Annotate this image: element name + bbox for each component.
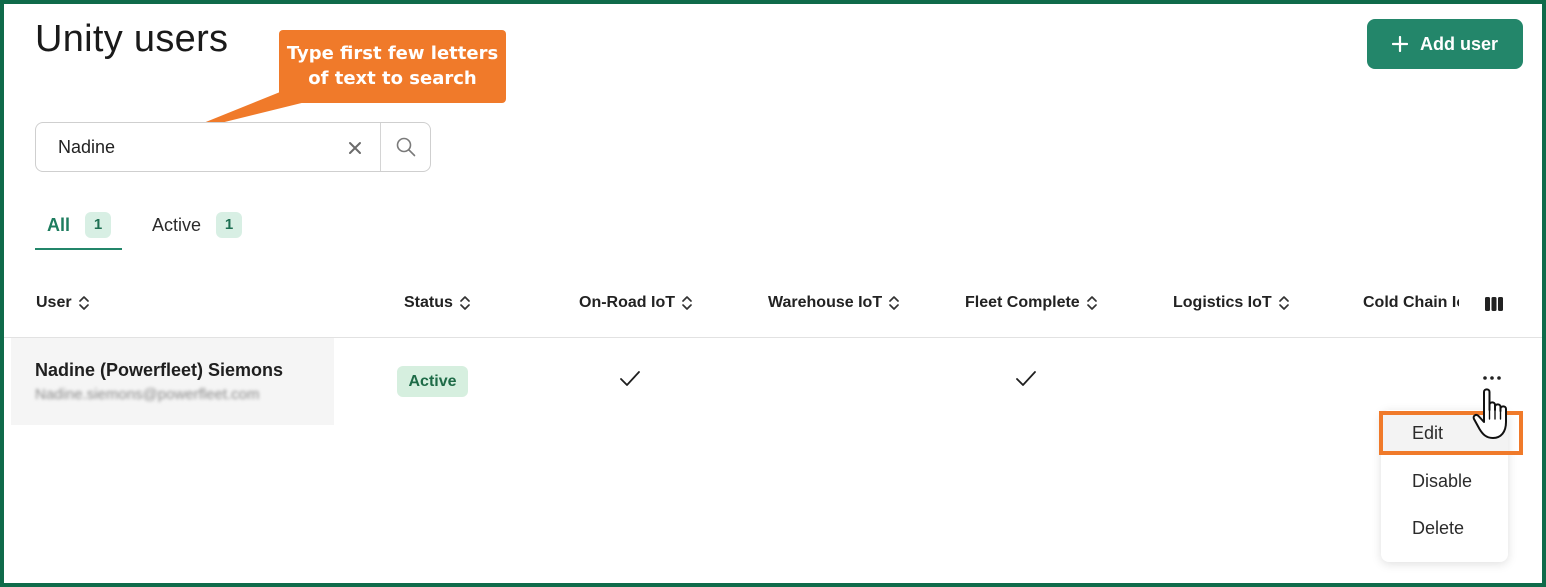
page-title: Unity users (35, 18, 229, 60)
column-header-cold-chain-iot-label: Cold Chain IoT (1363, 294, 1459, 311)
column-header-logistics-iot-label: Logistics IoT (1173, 294, 1272, 311)
check-icon (1016, 371, 1036, 386)
close-icon[interactable] (346, 139, 364, 157)
tab-active-count-badge: 1 (216, 212, 243, 238)
tab-all[interactable]: All 1 (47, 208, 112, 242)
sort-icon (460, 296, 470, 310)
search-hint-callout: Type first few letters of text to search (279, 30, 506, 103)
column-header-user[interactable]: User (36, 294, 90, 312)
column-header-warehouse-iot[interactable]: Warehouse IoT (768, 294, 900, 312)
menu-item-delete[interactable]: Delete (1381, 508, 1508, 548)
sort-icon (78, 296, 89, 310)
column-header-fleet-complete-label: Fleet Complete (965, 294, 1080, 311)
sort-icon (682, 296, 692, 310)
search-icon (396, 137, 416, 157)
search-button[interactable] (381, 123, 431, 171)
column-header-on-road-iot[interactable]: On-Road IoT (579, 294, 693, 312)
tab-active-label: Active (152, 214, 202, 235)
sort-icon (1086, 296, 1097, 310)
column-header-cold-chain-iot[interactable]: Cold Chain IoT (1363, 294, 1459, 312)
add-user-button[interactable]: Add user (1367, 19, 1523, 69)
user-name[interactable]: Nadine (Powerfleet) Siemons (35, 360, 283, 381)
tab-all-label: All (47, 214, 71, 235)
tab-selected-underline (35, 248, 122, 250)
more-actions-icon[interactable] (1481, 373, 1503, 383)
row-actions-menu: Edit Disable Delete (1381, 410, 1508, 562)
search-box (35, 122, 431, 172)
tab-active[interactable]: Active 1 (152, 208, 243, 242)
tab-all-count-badge: 1 (85, 212, 112, 238)
column-header-on-road-iot-label: On-Road IoT (579, 294, 675, 311)
add-user-label: Add user (1419, 33, 1498, 54)
search-input[interactable] (36, 123, 336, 171)
column-header-warehouse-iot-label: Warehouse IoT (768, 294, 883, 311)
column-header-fleet-complete[interactable]: Fleet Complete (965, 294, 1098, 312)
status-badge: Active (397, 366, 468, 397)
sort-icon (1278, 296, 1289, 310)
column-header-user-label: User (36, 294, 72, 311)
callout-line-1: Type first few letters (286, 43, 499, 64)
sort-icon (889, 296, 899, 310)
plus-icon (1391, 36, 1408, 52)
menu-item-disable[interactable]: Disable (1381, 461, 1508, 501)
column-header-status[interactable]: Status (404, 294, 471, 312)
menu-item-edit[interactable]: Edit (1381, 413, 1508, 453)
column-header-status-label: Status (404, 294, 453, 311)
user-email: Nadine.siemons@powerfleet.com (35, 386, 260, 403)
table-row-user-cell (11, 338, 334, 425)
column-header-logistics-iot[interactable]: Logistics IoT (1173, 294, 1290, 312)
check-icon (620, 371, 640, 386)
columns-icon[interactable] (1484, 296, 1504, 312)
callout-line-2: of text to search (308, 68, 477, 89)
